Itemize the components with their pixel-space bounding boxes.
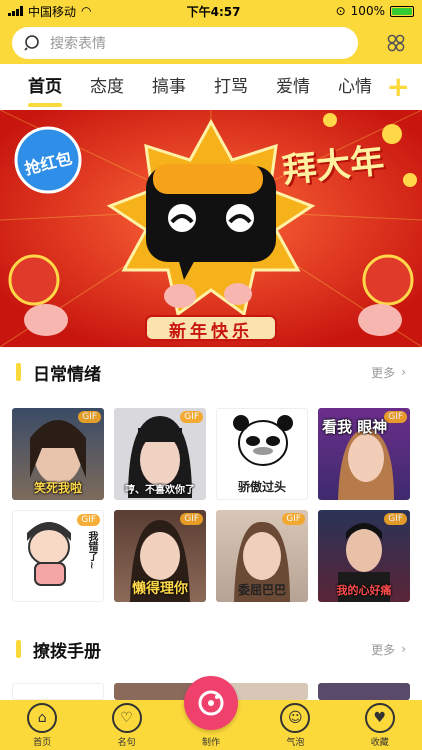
- tabbar-favorites[interactable]: ♥ 收藏: [350, 703, 410, 748]
- sticker-item[interactable]: 骄傲过头: [216, 408, 308, 500]
- search-bar: 搜索表情: [0, 22, 422, 64]
- wifi-icon: ◠: [81, 4, 92, 18]
- search-input[interactable]: 搜索表情: [12, 27, 358, 59]
- sticker-caption: 笑死我啦: [33, 481, 82, 495]
- more-link[interactable]: 更多 ›: [371, 364, 406, 381]
- tabbar-quotes[interactable]: ♡ 名句: [97, 703, 157, 748]
- smiley-icon: ☺: [280, 703, 311, 733]
- tab-love[interactable]: 爱情: [262, 64, 324, 110]
- tab-home[interactable]: 首页: [14, 64, 76, 110]
- section-header-flirt-handbook: 撩拨手册 更多 ›: [0, 625, 422, 673]
- chevron-right-icon: ›: [401, 642, 406, 656]
- create-button[interactable]: [184, 676, 238, 730]
- gif-badge: GIF: [384, 513, 407, 525]
- category-tabs: 首页 态度 搞事 打骂 爱情 心情 +: [0, 64, 422, 110]
- tabbar-bubble[interactable]: ☺ 气泡: [265, 703, 325, 748]
- sticker-item[interactable]: GIF 哼、不喜欢你了: [114, 408, 206, 500]
- chevron-right-icon: ›: [401, 365, 406, 379]
- sticker-item[interactable]: [12, 683, 104, 700]
- gif-badge: GIF: [282, 513, 305, 525]
- section-title: 撩拨手册: [33, 641, 101, 662]
- battery-label: 100%: [350, 4, 385, 18]
- status-bar: 中国移动 ◠ 下午4:57 ⊙ 100%: [0, 0, 422, 22]
- sticker-item[interactable]: GIF 看我 眼神: [318, 408, 410, 500]
- tab-mood[interactable]: 心情: [324, 64, 386, 110]
- create-icon: [198, 690, 224, 716]
- signal-icon: [8, 6, 23, 16]
- carrier-label: 中国移动: [28, 4, 77, 19]
- gif-badge: GIF: [78, 411, 101, 423]
- rotation-lock-icon: ⊙: [335, 4, 346, 18]
- search-placeholder: 搜索表情: [50, 36, 106, 52]
- add-tab-icon[interactable]: +: [387, 73, 410, 101]
- gif-badge: GIF: [180, 513, 203, 525]
- more-link[interactable]: 更多 ›: [371, 641, 406, 658]
- sticker-caption: 哼、不喜欢你了: [125, 485, 195, 496]
- sticker-item[interactable]: GIF 委屈巴巴: [216, 510, 308, 602]
- sticker-item[interactable]: [318, 683, 410, 700]
- sticker-caption: 我错了~: [86, 531, 97, 570]
- heart-icon: ♥: [364, 703, 395, 733]
- sticker-grid: GIF 笑死我啦 GIF 哼、不喜欢你了 骄傲过头 GIF 看我 眼神 GIF …: [0, 396, 422, 626]
- tab-fight[interactable]: 打骂: [200, 64, 262, 110]
- sticker-caption: 我的心好痛: [336, 584, 392, 597]
- lightbulb-icon: ♡: [111, 703, 142, 733]
- tabbar-home[interactable]: ⌂ 首页: [12, 703, 72, 748]
- battery-icon: [389, 5, 414, 17]
- banner-bottom-text: 新年快乐: [169, 322, 253, 342]
- section-header-daily-mood: 日常情绪 更多 ›: [0, 348, 422, 396]
- sticker-item[interactable]: GIF 懒得理你: [114, 510, 206, 602]
- sticker-caption: 懒得理你: [132, 581, 188, 597]
- tab-attitude[interactable]: 态度: [76, 64, 138, 110]
- search-icon: [24, 35, 39, 51]
- sticker-caption: 骄傲过头: [237, 480, 286, 494]
- gif-badge: GIF: [180, 411, 203, 423]
- category-grid-icon[interactable]: [386, 33, 406, 53]
- tab-mischief[interactable]: 搞事: [138, 64, 200, 110]
- sticker-item[interactable]: GIF 我错了~: [12, 510, 104, 602]
- section-title: 日常情绪: [33, 364, 101, 385]
- status-time: 下午4:57: [186, 4, 241, 19]
- sticker-caption: 委屈巴巴: [237, 583, 286, 597]
- promo-banner[interactable]: 抢红包 拜大年 新年快乐: [0, 110, 422, 347]
- home-icon: ⌂: [27, 703, 58, 733]
- sticker-item[interactable]: GIF 笑死我啦: [12, 408, 104, 500]
- gif-badge: GIF: [77, 514, 100, 526]
- sticker-caption: 看我 眼神: [322, 418, 388, 436]
- sticker-item[interactable]: GIF 我的心好痛: [318, 510, 410, 602]
